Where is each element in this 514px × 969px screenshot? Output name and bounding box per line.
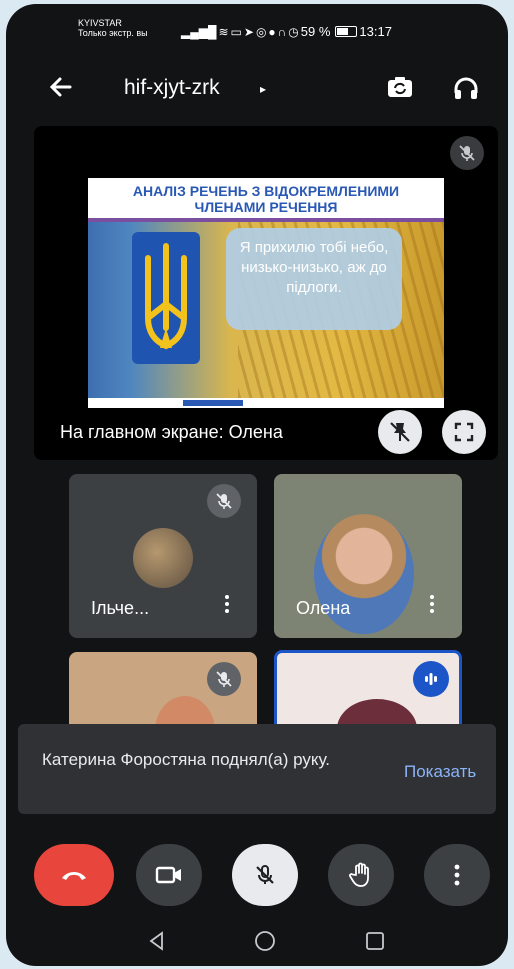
battery-icon (335, 26, 358, 37)
hand-raised-toast: Катерина Форостяна поднял(а) руку. Показ… (18, 724, 496, 814)
wifi-icon: ≋ (218, 24, 229, 39)
more-options-button[interactable] (424, 844, 490, 906)
facebook-icon: ● (268, 24, 276, 39)
toast-show-button[interactable]: Показать (404, 762, 476, 782)
slide-footer (88, 398, 444, 408)
stage-mute-indicator (450, 136, 484, 170)
telegram-icon: ➤ (243, 24, 254, 39)
caret-right-icon[interactable]: ▸ (260, 82, 266, 96)
switch-camera-button[interactable] (384, 72, 416, 104)
mic-off-icon (216, 671, 232, 687)
nav-recents-button[interactable] (360, 928, 390, 954)
video-camera-icon (155, 866, 181, 884)
signal-icon: ▂▄▆█ (181, 24, 217, 39)
phone-screen: KYIVSTAR Только экстр. вы ▂▄▆█ ≋ ▭ ➤ ◎ ●… (6, 4, 508, 966)
toast-message: Катерина Форостяна поднял(а) руку. (42, 750, 331, 769)
triangle-back-icon (149, 931, 163, 951)
end-call-button[interactable] (34, 844, 114, 906)
more-options-button[interactable] (219, 592, 235, 622)
slide-title-line2: ЧЛЕНАМИ РЕЧЕННЯ (194, 199, 338, 215)
more-options-button[interactable] (424, 592, 440, 622)
battery-percent: 59 % (300, 24, 331, 39)
avatar (133, 528, 193, 588)
cast-icon: ▭ (230, 24, 242, 39)
slide-quote: Я прихилю тобі небо, низько-низько, аж д… (226, 228, 402, 330)
android-nav-bar (6, 920, 508, 966)
back-button[interactable] (46, 72, 76, 102)
slide-body: Я прихилю тобі небо, низько-низько, аж д… (88, 222, 444, 398)
participant-name: Ільче... (91, 598, 150, 618)
hang-up-icon (62, 872, 86, 880)
switch-camera-icon (388, 77, 412, 97)
participant-tile[interactable]: Олена (274, 474, 462, 638)
carrier-name: KYIVSTAR (78, 18, 122, 28)
whatsapp-icon: ◎ (255, 24, 267, 39)
unpin-button[interactable] (378, 410, 422, 454)
camera-toggle-button[interactable] (136, 844, 202, 906)
call-controls (6, 838, 508, 908)
headphones-status-icon: ∩ (277, 24, 287, 39)
fullscreen-icon (454, 422, 474, 442)
main-stage[interactable]: АНАЛІЗ РЕЧЕНЬ З ВІДОКРЕМЛЕНИМИ ЧЛЕНАМИ Р… (34, 126, 498, 460)
circle-home-icon (255, 931, 275, 951)
mic-off-icon (216, 493, 232, 509)
speaking-indicator (413, 661, 449, 697)
hand-icon (349, 862, 369, 887)
mic-off-icon (256, 865, 274, 884)
audio-level-icon (425, 673, 437, 685)
tile-mute-indicator (207, 662, 241, 696)
headphones-icon (454, 77, 478, 99)
unpin-icon (390, 422, 410, 442)
raise-hand-button[interactable] (328, 844, 394, 906)
tile-mute-indicator (207, 484, 241, 518)
trident-emblem-icon (132, 232, 200, 364)
clock: 13:17 (359, 24, 392, 39)
mic-toggle-button[interactable] (232, 844, 298, 906)
nav-home-button[interactable] (250, 928, 280, 954)
system-icons: ▂▄▆█ ≋ ▭ ➤ ◎ ● ∩ ◷ 59 % 13:17 (181, 24, 392, 39)
status-bar: KYIVSTAR Только экстр. вы ▂▄▆█ ≋ ▭ ➤ ◎ ●… (6, 4, 508, 48)
app-bar: hif-xjyt-zrk ▸ (6, 64, 508, 124)
square-recents-icon (366, 932, 384, 950)
nav-back-button[interactable] (142, 928, 172, 954)
more-vert-icon (454, 864, 460, 886)
audio-output-button[interactable] (450, 72, 482, 104)
presented-slide: АНАЛІЗ РЕЧЕНЬ З ВІДОКРЕМЛЕНИМИ ЧЛЕНАМИ Р… (88, 178, 444, 408)
stage-caption: На главном экране: Олена (60, 422, 283, 442)
mic-off-icon (459, 145, 475, 161)
alarm-icon: ◷ (288, 24, 299, 39)
participant-tile[interactable]: Ільче... (69, 474, 257, 638)
participant-name: Олена (296, 598, 351, 618)
arrow-left-icon (49, 77, 72, 97)
carrier-label: KYIVSTAR Только экстр. вы (78, 18, 148, 38)
carrier-sub: Только экстр. вы (78, 28, 148, 38)
slide-title-line1: АНАЛІЗ РЕЧЕНЬ З ВІДОКРЕМЛЕНИМИ (132, 183, 400, 199)
slide-header: АНАЛІЗ РЕЧЕНЬ З ВІДОКРЕМЛЕНИМИ ЧЛЕНАМИ Р… (88, 178, 444, 222)
fullscreen-button[interactable] (442, 410, 486, 454)
meeting-code[interactable]: hif-xjyt-zrk (124, 76, 220, 100)
